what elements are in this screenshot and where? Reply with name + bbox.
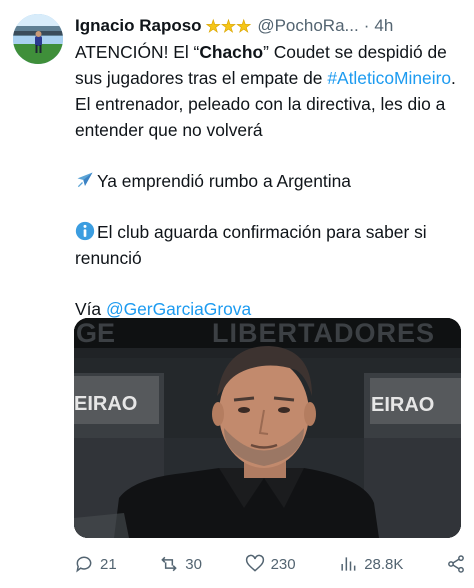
star-icon: ★ (205, 16, 221, 36)
text-segment: ATENCIÓN! El “ (75, 42, 200, 62)
views-count: 28.8K (364, 555, 404, 573)
tweet-header: Ignacio Raposo ★ ★ ★ @PochoRa... · 4h (75, 14, 466, 38)
airplane-icon (77, 172, 93, 188)
paragraph-3: El club aguarda confirmación para saber … (75, 219, 467, 271)
timestamp[interactable]: 4h (374, 16, 393, 36)
board-text-right: EIRAO (371, 394, 434, 416)
share-icon (448, 555, 464, 573)
reply-count: 21 (100, 555, 117, 573)
star-badge-icons: ★ ★ ★ (205, 16, 252, 36)
display-name[interactable]: Ignacio Raposo (75, 16, 202, 36)
reply-icon (76, 556, 92, 573)
hashtag-link[interactable]: #AtleticoMineiro (327, 68, 451, 88)
separator-dot: · (363, 16, 370, 35)
text-segment: El club aguarda confirmación para saber … (75, 222, 427, 268)
paragraph-1: ATENCIÓN! El “Chacho” Coudet se despidió… (75, 39, 467, 143)
retweet-icon (161, 556, 178, 572)
share-button[interactable] (446, 554, 466, 574)
bold-name: Chacho (199, 42, 264, 62)
action-bar: 21 30 230 28.8K (74, 549, 466, 579)
retweet-count: 30 (185, 555, 202, 573)
tweet-text: ATENCIÓN! El “Chacho” Coudet se despidió… (75, 39, 467, 322)
svg-text:GE: GE (76, 318, 115, 348)
heart-icon (245, 554, 264, 572)
views-button[interactable]: 28.8K (338, 554, 403, 574)
star-icon: ★ (220, 16, 237, 36)
info-icon (75, 221, 95, 241)
board-text-left: EIRAO (74, 393, 137, 415)
star-icon: ★ (236, 16, 252, 36)
text-segment: Vía (75, 299, 106, 319)
reply-button[interactable]: 21 (74, 554, 117, 574)
like-count: 230 (270, 555, 296, 573)
like-button[interactable]: 230 (245, 554, 296, 574)
avatar[interactable] (13, 14, 63, 64)
views-icon (341, 557, 356, 571)
retweet-button[interactable]: 30 (159, 554, 202, 574)
user-handle[interactable]: @PochoRa... (257, 16, 358, 36)
paragraph-2: Ya emprendió rumbo a Argentina (75, 168, 467, 194)
banner-text: LIBERTADORES (212, 318, 435, 348)
mention-link[interactable]: @GerGarciaGrova (106, 299, 251, 319)
text-segment: Ya emprendió rumbo a Argentina (97, 171, 351, 191)
tweet-photo[interactable]: LIBERTADORES GE EIRAO EIRAO (74, 318, 461, 538)
